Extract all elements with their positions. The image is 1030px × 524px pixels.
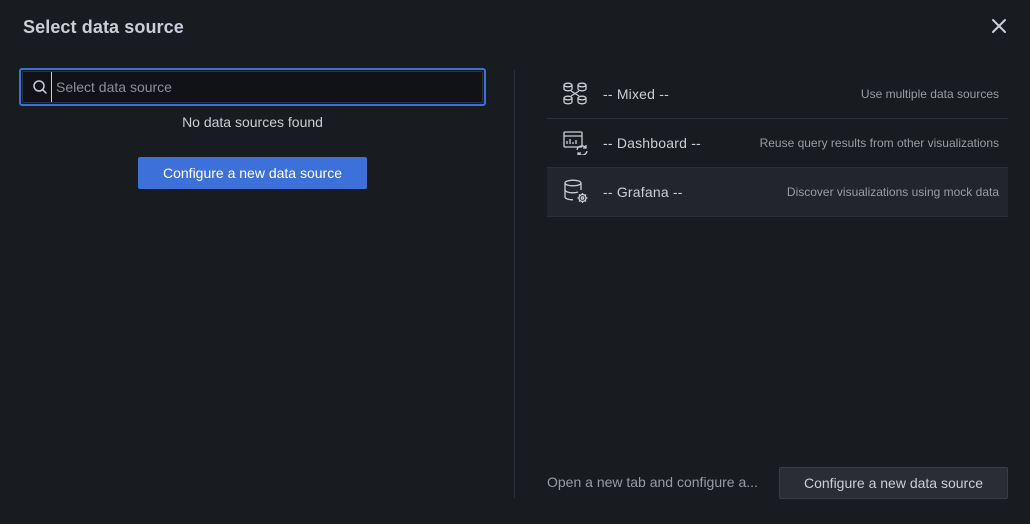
pane-divider (514, 70, 515, 498)
data-source-description: Discover visualizations using mock data (786, 185, 999, 199)
search-input[interactable] (51, 72, 482, 102)
select-data-source-modal: Select data source No data sources found… (0, 0, 1030, 524)
built-in-data-sources-list: -- Mixed -- Use multiple data sources --… (547, 70, 1008, 217)
data-source-item-grafana[interactable]: -- Grafana -- Discover visualizations us… (547, 168, 1008, 217)
data-source-item-dashboard[interactable]: -- Dashboard -- Reuse query results from… (547, 119, 1008, 168)
data-source-item-mixed[interactable]: -- Mixed -- Use multiple data sources (547, 70, 1008, 119)
empty-results-message: No data sources found (182, 114, 323, 130)
footer-hint-text: Open a new tab and configure a... (547, 474, 758, 490)
data-source-name: -- Mixed -- (603, 86, 669, 102)
data-source-search-pane: No data sources found Configure a new da… (19, 68, 486, 189)
data-source-description: Use multiple data sources (860, 87, 999, 101)
mixed-icon (547, 81, 603, 107)
data-source-name: -- Dashboard -- (603, 135, 701, 151)
search-field (19, 68, 486, 106)
search-icon (23, 79, 51, 95)
configure-data-source-button[interactable]: Configure a new data source (138, 157, 367, 189)
grafana-icon (547, 179, 603, 205)
data-source-description: Reuse query results from other visualiza… (759, 136, 999, 150)
close-icon (992, 19, 1006, 33)
data-source-name: -- Grafana -- (603, 184, 683, 200)
modal-title: Select data source (23, 17, 184, 37)
footer-configure-data-source-button[interactable]: Configure a new data source (779, 467, 1008, 499)
dashboard-icon (547, 131, 603, 155)
close-button[interactable] (988, 15, 1010, 37)
